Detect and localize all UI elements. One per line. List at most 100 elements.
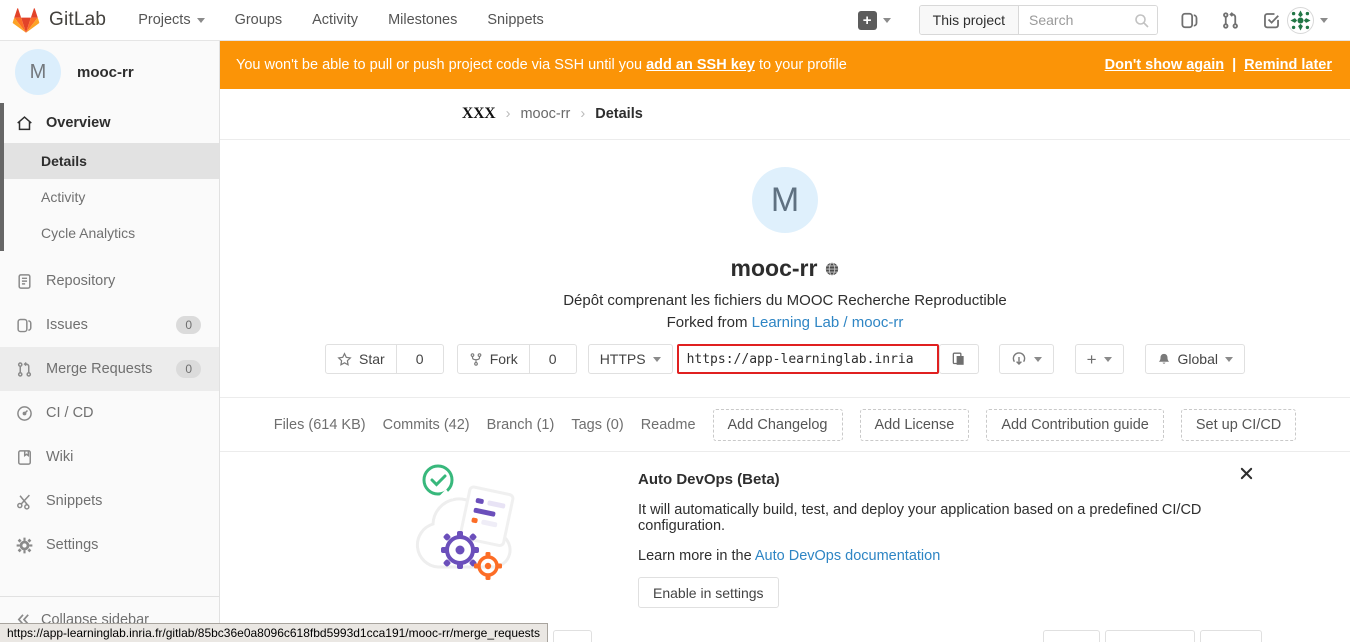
forked-from-text: Forked from	[667, 314, 748, 331]
devops-illustration	[408, 462, 528, 584]
sidebar-item-repository[interactable]: Repository	[0, 259, 219, 303]
main-nav: Projects Groups Activity Milestones Snip…	[138, 12, 544, 28]
merge-requests-count-badge: 0	[176, 360, 201, 378]
sidebar-item-merge-requests[interactable]: Merge Requests 0	[0, 347, 219, 391]
link-status-tooltip: https://app-learninglab.inria.fr/gitlab/…	[0, 623, 548, 642]
new-item-dropdown[interactable]: +	[1075, 344, 1124, 374]
top-navbar: GitLab Projects Groups Activity Mileston…	[0, 0, 1350, 41]
project-title: mooc-rr	[731, 255, 818, 282]
forked-from-link[interactable]: Learning Lab / mooc-rr	[752, 314, 904, 331]
devops-body: It will automatically build, test, and d…	[638, 502, 1255, 534]
fork-count[interactable]: 0	[529, 344, 577, 374]
notification-dropdown[interactable]: Global	[1145, 344, 1245, 374]
download-icon	[1011, 351, 1027, 367]
files-link[interactable]: Files (614 KB)	[274, 417, 366, 433]
nav-snippets[interactable]: Snippets	[487, 12, 543, 28]
sidebar-item-ci-cd[interactable]: CI / CD	[0, 391, 219, 435]
star-icon	[337, 352, 352, 367]
home-icon	[16, 115, 33, 132]
breadcrumb-bar: XXX › mooc-rr › Details	[220, 89, 1350, 140]
partial-button[interactable]	[553, 630, 592, 642]
commits-link[interactable]: Commits (42)	[383, 417, 470, 433]
globe-icon	[825, 262, 839, 276]
add-ssh-key-link[interactable]: add an SSH key	[646, 57, 755, 73]
add-changelog-button[interactable]: Add Changelog	[713, 409, 843, 441]
copy-url-button[interactable]	[939, 344, 979, 374]
download-dropdown[interactable]	[999, 344, 1054, 374]
sidebar-item-settings[interactable]: Settings	[0, 523, 219, 567]
star-count[interactable]: 0	[396, 344, 444, 374]
sidebar-item-wiki[interactable]: Wiki	[0, 435, 219, 479]
tags-link[interactable]: Tags (0)	[571, 417, 623, 433]
issues-count-badge: 0	[176, 316, 201, 334]
close-icon[interactable]	[1240, 467, 1253, 480]
sidebar-item-issues[interactable]: Issues 0	[0, 303, 219, 347]
sidebar-item-overview[interactable]: Overview	[0, 103, 219, 143]
fork-button[interactable]: Fork	[457, 344, 530, 374]
chevron-down-icon	[1104, 357, 1112, 362]
enable-in-settings-button[interactable]: Enable in settings	[638, 577, 779, 608]
breadcrumb: XXX › mooc-rr › Details	[462, 105, 643, 123]
bell-icon	[1157, 352, 1171, 367]
dont-show-again-link[interactable]: Don't show again	[1105, 57, 1224, 73]
gitlab-logo[interactable]: GitLab	[0, 6, 120, 34]
document-icon	[16, 273, 33, 290]
partial-button[interactable]	[1105, 630, 1195, 642]
user-menu[interactable]	[1287, 7, 1328, 34]
protocol-dropdown[interactable]: HTTPS	[588, 344, 673, 374]
new-menu-button[interactable]: +	[858, 11, 891, 30]
breadcrumb-page: Details	[595, 106, 643, 122]
project-avatar: M	[15, 49, 61, 95]
chevron-down-icon	[1320, 18, 1328, 23]
add-contribution-guide-button[interactable]: Add Contribution guide	[986, 409, 1164, 441]
gauge-icon	[16, 405, 33, 422]
main-content: XXX › mooc-rr › Details M mooc-rr Dépôt …	[220, 89, 1350, 642]
issues-dashboard-icon[interactable]	[1180, 11, 1199, 30]
devops-title: Auto DevOps (Beta)	[638, 471, 1255, 488]
breadcrumb-group[interactable]: XXX	[462, 105, 496, 123]
partial-button[interactable]	[1043, 630, 1100, 642]
banner-separator: |	[1232, 57, 1236, 73]
sidebar-project-header[interactable]: M mooc-rr	[0, 41, 219, 103]
sidebar-item-cycle-analytics[interactable]: Cycle Analytics	[0, 215, 219, 251]
breadcrumb-project[interactable]: mooc-rr	[520, 106, 570, 122]
project-actions: Star 0 Fork 0 HTTPS	[220, 344, 1350, 374]
clone-url-input[interactable]	[677, 344, 939, 374]
issues-icon	[16, 317, 33, 334]
chevron-down-icon	[1225, 357, 1233, 362]
sidebar-item-snippets[interactable]: Snippets	[0, 479, 219, 523]
scissors-icon	[16, 493, 33, 510]
chevron-down-icon	[883, 18, 891, 23]
chevron-down-icon	[653, 357, 661, 362]
auto-devops-callout: Auto DevOps (Beta) It will automatically…	[220, 452, 1350, 608]
project-sidebar: M mooc-rr Overview Details Activity Cycl…	[0, 41, 220, 642]
devops-doc-link[interactable]: Auto DevOps documentation	[755, 548, 940, 564]
chevron-right-icon: ›	[506, 106, 511, 122]
search-icon	[1134, 13, 1150, 29]
branch-link[interactable]: Branch (1)	[487, 417, 555, 433]
merge-request-icon	[16, 361, 33, 378]
navbar-right: + This project	[858, 5, 1350, 35]
nav-activity[interactable]: Activity	[312, 12, 358, 28]
partial-button[interactable]	[1200, 630, 1262, 642]
project-header: M mooc-rr Dépôt comprenant les fichiers …	[220, 140, 1350, 398]
ssh-warning-banner: You won't be able to pull or push projec…	[220, 41, 1350, 89]
sidebar-project-name: mooc-rr	[77, 64, 134, 81]
sidebar-item-activity[interactable]: Activity	[0, 179, 219, 215]
sidebar-item-details[interactable]: Details	[0, 143, 219, 179]
todos-icon[interactable]	[1262, 11, 1281, 30]
remind-later-link[interactable]: Remind later	[1244, 57, 1332, 73]
nav-milestones[interactable]: Milestones	[388, 12, 457, 28]
star-button[interactable]: Star	[325, 344, 397, 374]
plus-icon: +	[1087, 351, 1097, 368]
search-scope-label: This project	[920, 6, 1019, 34]
merge-requests-dashboard-icon[interactable]	[1221, 11, 1240, 30]
add-license-button[interactable]: Add License	[860, 409, 970, 441]
brand-name: GitLab	[49, 9, 106, 31]
nav-projects[interactable]: Projects	[138, 12, 204, 28]
setup-cicd-button[interactable]: Set up CI/CD	[1181, 409, 1296, 441]
project-description: Dépôt comprenant les fichiers du MOOC Re…	[220, 292, 1350, 309]
gear-icon	[16, 537, 33, 554]
readme-link[interactable]: Readme	[641, 417, 696, 433]
nav-groups[interactable]: Groups	[235, 12, 283, 28]
